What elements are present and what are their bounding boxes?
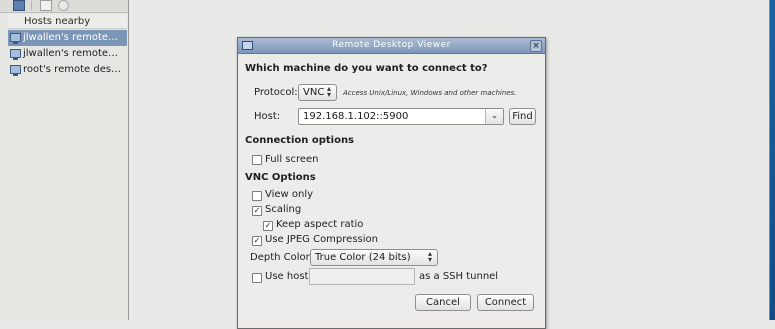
delete-icon[interactable]	[58, 0, 69, 11]
depth-color-label: Depth Color:	[250, 252, 313, 263]
protocol-select[interactable]: VNC ▴ ▾	[298, 84, 337, 101]
jpeg-compression-label: Use JPEG Compression	[265, 234, 378, 245]
host-item-label: root's remote des…	[23, 64, 122, 75]
protocol-label: Protocol:	[254, 87, 298, 98]
desktop-background	[769, 0, 775, 320]
cancel-button[interactable]: Cancel	[415, 294, 471, 311]
host-item-label: jlwallen's remote…	[23, 48, 119, 59]
ssh-host-input[interactable]	[309, 268, 415, 285]
find-button[interactable]: Find	[509, 108, 536, 125]
up-down-arrows-icon: ▴ ▾	[427, 249, 432, 264]
full-screen-label: Full screen	[265, 154, 319, 165]
connect-question: Which machine do you want to connect to?	[245, 63, 488, 74]
chevron-down-icon[interactable]: ⌄	[485, 109, 503, 124]
edit-icon[interactable]	[40, 0, 52, 11]
hosts-list: jlwallen's remote… jlwallen's remote… ro…	[8, 30, 127, 78]
depth-color-select[interactable]: True Color (24 bits) ▴ ▾	[310, 249, 438, 266]
keep-aspect-ratio-label: Keep aspect ratio	[276, 219, 364, 230]
up-down-arrows-icon: ▴ ▾	[326, 84, 331, 99]
computer-icon	[10, 49, 21, 60]
connection-options-heading: Connection options	[245, 135, 355, 146]
computer-icon	[10, 33, 21, 44]
toolbar	[0, 0, 128, 13]
use-host-label: Use host	[265, 271, 309, 282]
host-input[interactable]: 192.168.1.102::5900 ⌄	[298, 108, 504, 125]
dialog-title: Remote Desktop Viewer	[332, 40, 451, 50]
host-item-label: jlwallen's remote…	[23, 32, 119, 43]
protocol-value: VNC	[303, 87, 325, 98]
dialog-titlebar[interactable]: Remote Desktop Viewer ×	[238, 38, 545, 54]
protocol-note: Access Unix/Linux, Windows and other mac…	[343, 89, 517, 97]
keep-aspect-ratio-checkbox[interactable]: ✓	[263, 221, 273, 231]
view-only-label: View only	[265, 189, 314, 200]
host-item[interactable]: jlwallen's remote…	[8, 46, 127, 62]
view-only-checkbox[interactable]	[252, 191, 262, 201]
jpeg-compression-checkbox[interactable]: ✓	[252, 236, 262, 246]
connect-button[interactable]: Connect	[477, 294, 534, 311]
host-value: 192.168.1.102::5900	[303, 111, 409, 122]
scaling-checkbox[interactable]: ✓	[252, 206, 262, 216]
remote-desktop-dialog: Remote Desktop Viewer × Which machine do…	[237, 37, 546, 329]
full-screen-checkbox[interactable]	[252, 155, 262, 165]
hosts-pane: Hosts nearby jlwallen's remote… jlwallen…	[0, 0, 129, 320]
close-icon[interactable]: ×	[530, 40, 542, 52]
toolbar-separator	[31, 1, 32, 10]
ssh-tunnel-label: as a SSH tunnel	[419, 271, 499, 282]
scaling-label: Scaling	[265, 204, 302, 215]
host-item[interactable]: jlwallen's remote…	[8, 30, 127, 46]
host-item[interactable]: root's remote des…	[8, 62, 127, 78]
vnc-options-heading: VNC Options	[245, 172, 316, 183]
host-label: Host:	[254, 111, 281, 122]
use-host-checkbox[interactable]	[252, 273, 262, 283]
computer-icon	[10, 65, 21, 76]
hosts-nearby-header: Hosts nearby	[8, 14, 127, 29]
depth-color-value: True Color (24 bits)	[315, 252, 411, 263]
bookmark-icon[interactable]	[13, 0, 25, 11]
